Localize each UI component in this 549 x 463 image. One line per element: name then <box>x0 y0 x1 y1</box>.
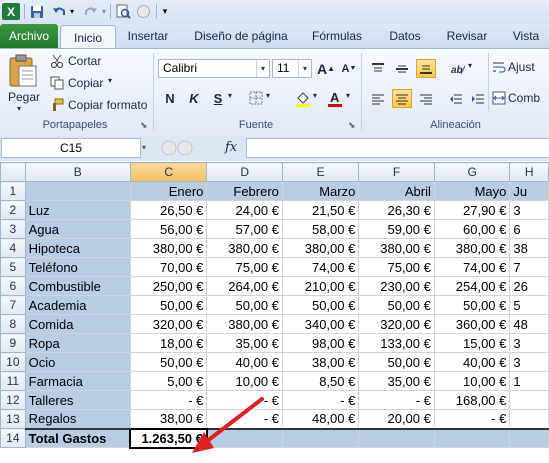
font-name-dropdown-icon[interactable]: ▾ <box>256 60 269 77</box>
underline-button[interactable]: S <box>208 89 228 108</box>
ribbon-home: Pegar ▾ Cortar Copiar ▾ Copiar formato P… <box>0 48 549 137</box>
insert-function-button[interactable]: fx <box>225 140 237 155</box>
excel-logo-icon: X <box>2 3 20 20</box>
worksheet-grid[interactable]: B C D E F G H 1 Enero Febrero Marzo Abri… <box>0 162 549 463</box>
font-launcher-icon[interactable]: ⬊ <box>348 121 357 130</box>
font-group-label: Fuente <box>238 119 274 131</box>
alignment-group-label: Alineación <box>430 119 481 131</box>
quick-access-toolbar: X ▾ ▾ ▾ <box>0 0 549 25</box>
print-icon[interactable] <box>134 3 152 20</box>
svg-text:ab: ab <box>451 65 463 76</box>
italic-button[interactable]: K <box>184 89 204 108</box>
orientation-icon[interactable]: ab <box>448 59 468 78</box>
confirm-icon <box>177 140 193 156</box>
font-color-dropdown-icon[interactable]: ▾ <box>346 91 350 100</box>
font-size-combo[interactable]: 11 ▾ <box>272 59 312 78</box>
wrap-text-button[interactable]: Ajust <box>508 60 535 74</box>
font-size-dropdown-icon[interactable]: ▾ <box>298 60 311 77</box>
font-size-value: 11 <box>277 61 290 75</box>
redo-dropdown-icon[interactable]: ▾ <box>100 3 108 20</box>
tab-view[interactable]: Vista <box>504 24 548 48</box>
svg-text:A: A <box>330 90 340 105</box>
bold-button[interactable]: N <box>160 89 180 108</box>
tab-insert[interactable]: Insertar <box>120 24 176 48</box>
save-icon[interactable] <box>28 3 46 20</box>
tab-page-layout[interactable]: Diseño de página <box>186 24 296 48</box>
group-divider <box>488 53 489 113</box>
cancel-icon <box>161 140 177 156</box>
tab-data[interactable]: Datos <box>380 24 430 48</box>
undo-icon[interactable] <box>50 3 68 20</box>
copy-dropdown-icon[interactable]: ▾ <box>108 76 112 85</box>
toolbar-divider <box>156 4 157 19</box>
undo-dropdown-icon[interactable]: ▾ <box>68 3 76 20</box>
align-middle-icon[interactable] <box>392 59 412 78</box>
cut-button[interactable]: Cortar <box>68 54 101 68</box>
align-center-icon[interactable] <box>392 89 412 108</box>
underline-dropdown-icon[interactable]: ▾ <box>228 91 232 100</box>
toolbar-divider <box>24 4 25 19</box>
tab-formulas[interactable]: Fórmulas <box>304 24 370 48</box>
merge-center-button[interactable]: Comb <box>508 91 540 105</box>
clipboard-launcher-icon[interactable]: ⬊ <box>140 121 149 130</box>
scissors-icon <box>50 54 64 68</box>
fill-color-dropdown-icon[interactable]: ▾ <box>313 91 317 100</box>
paste-button[interactable]: Pegar <box>8 90 40 104</box>
name-box[interactable]: C15 <box>1 138 141 158</box>
tab-file[interactable]: Archivo <box>0 24 58 48</box>
annotation-arrow <box>192 397 264 453</box>
formula-input[interactable] <box>246 138 549 158</box>
font-name-value: Calibri <box>163 61 198 75</box>
wrap-text-icon <box>492 60 506 74</box>
copy-icon <box>50 76 64 90</box>
shrink-font-icon[interactable]: A ▼ <box>339 59 359 78</box>
borders-icon[interactable] <box>248 90 264 106</box>
print-preview-icon[interactable] <box>114 3 132 20</box>
format-painter-button[interactable]: Copiar formato <box>68 98 147 112</box>
copy-button[interactable]: Copiar <box>68 76 103 90</box>
tab-home[interactable]: Inicio <box>60 25 116 49</box>
redo-icon[interactable] <box>82 3 100 20</box>
paste-dropdown-icon[interactable]: ▾ <box>17 104 21 113</box>
clipboard-group-label: Portapapeles <box>42 119 108 131</box>
paste-icon[interactable] <box>6 53 40 89</box>
font-name-combo[interactable]: Calibri ▾ <box>158 59 270 78</box>
align-top-icon[interactable] <box>368 59 388 78</box>
borders-dropdown-icon[interactable]: ▾ <box>266 91 270 100</box>
decrease-indent-icon[interactable] <box>446 89 466 108</box>
fill-color-icon[interactable] <box>294 89 312 107</box>
align-left-icon[interactable] <box>368 89 388 108</box>
format-painter-icon <box>50 98 64 112</box>
align-bottom-icon[interactable] <box>416 59 436 78</box>
orientation-dropdown-icon[interactable]: ▾ <box>468 61 472 70</box>
increase-indent-icon[interactable] <box>468 89 488 108</box>
customize-icon[interactable]: ▾ <box>160 3 170 20</box>
align-right-icon[interactable] <box>416 89 436 108</box>
name-box-dropdown-icon[interactable]: ▾ <box>142 138 152 158</box>
font-color-icon[interactable]: A <box>326 89 344 107</box>
grow-font-icon[interactable]: A ▲ <box>316 59 336 78</box>
tab-review[interactable]: Revisar <box>440 24 494 48</box>
toolbar-divider <box>110 4 111 19</box>
formula-tools: fx <box>153 138 245 158</box>
formula-bar: C15 ▾ fx <box>0 136 549 161</box>
merge-center-icon <box>492 91 506 105</box>
ribbon-tabs: Archivo Inicio Insertar Diseño de página… <box>0 24 549 49</box>
